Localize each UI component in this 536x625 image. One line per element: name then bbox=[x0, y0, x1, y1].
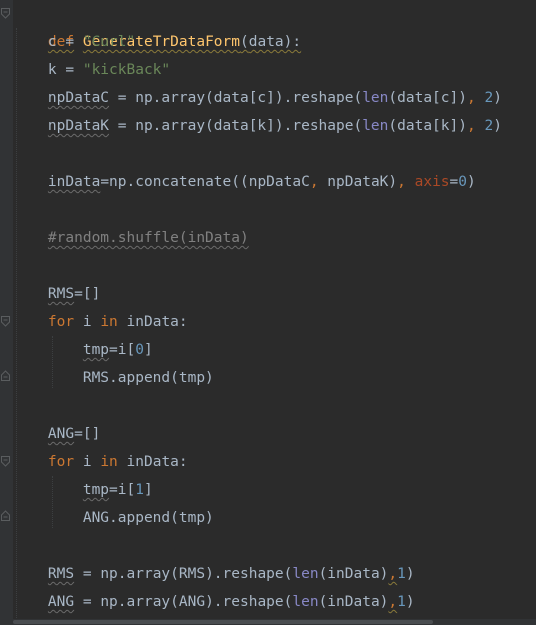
expr: ) bbox=[493, 118, 502, 134]
expr: (data[c]) bbox=[388, 90, 467, 106]
paren-close: ): bbox=[283, 34, 302, 50]
code-line[interactable]: ANG = np.array(ANG).reshape(len(inData),… bbox=[13, 588, 415, 616]
paren-open: ( bbox=[240, 34, 249, 50]
expr: =[] bbox=[74, 426, 101, 442]
expr: ) bbox=[493, 90, 502, 106]
code-line[interactable]: k = "kickBack" bbox=[13, 56, 170, 84]
expr: ANG.append(tmp) bbox=[82, 510, 214, 526]
gutter bbox=[0, 0, 13, 625]
keyword-for: for bbox=[47, 454, 75, 470]
string-kickback: "kickBack" bbox=[82, 62, 171, 78]
expr: ] bbox=[143, 342, 153, 358]
expr: (inData) bbox=[318, 594, 389, 610]
code-line[interactable]: for i in inData: bbox=[13, 448, 188, 476]
code-line[interactable]: npDataC = np.array(data[c]).reshape(len(… bbox=[13, 84, 502, 112]
expr: =i[ bbox=[109, 342, 136, 358]
variable-tmp: tmp bbox=[82, 342, 110, 358]
assign-k: k = bbox=[47, 62, 83, 78]
code-line[interactable]: RMS=[] bbox=[13, 280, 100, 308]
code-line[interactable]: #random.shuffle(inData) bbox=[13, 224, 249, 252]
code-line[interactable]: tmp=i[0] bbox=[13, 336, 153, 364]
variable-ang: ANG bbox=[47, 426, 75, 442]
comma: , bbox=[466, 90, 476, 106]
fold-close-icon[interactable] bbox=[1, 510, 10, 521]
code-line[interactable]: c = "Curl" bbox=[13, 28, 135, 56]
expr: = np.array(RMS).reshape( bbox=[74, 566, 293, 582]
equals: = bbox=[449, 174, 459, 190]
comma: , bbox=[466, 118, 476, 134]
fold-close-icon[interactable] bbox=[1, 370, 10, 381]
param-data: data bbox=[248, 34, 284, 50]
number: 0 bbox=[458, 174, 467, 190]
expr: (inData) bbox=[318, 566, 389, 582]
number: 1 bbox=[135, 482, 144, 498]
variable-ang: ANG bbox=[47, 594, 75, 610]
expr: = np.array(ANG).reshape( bbox=[74, 594, 293, 610]
comma: , bbox=[397, 174, 406, 190]
comma: , bbox=[388, 594, 398, 610]
expr: inData: bbox=[117, 454, 188, 470]
code-line[interactable]: RMS = np.array(RMS).reshape(len(inData),… bbox=[13, 560, 415, 588]
assign-c: c = bbox=[47, 34, 83, 50]
variable-rms: RMS bbox=[47, 566, 75, 582]
expr: (data[k]) bbox=[388, 118, 467, 134]
expr: =np.concatenate((npDataC bbox=[100, 174, 310, 190]
expr: i bbox=[74, 454, 101, 470]
variable-npdatac: npDataC bbox=[47, 90, 110, 106]
comma: , bbox=[309, 174, 319, 190]
fold-open-icon[interactable] bbox=[1, 456, 10, 467]
horizontal-scrollbar[interactable] bbox=[13, 619, 536, 625]
builtin-len: len bbox=[362, 90, 389, 106]
expr: =i[ bbox=[109, 482, 136, 498]
builtin-len: len bbox=[362, 118, 389, 134]
expr: ) bbox=[467, 174, 476, 190]
keyword-in: in bbox=[100, 314, 118, 330]
variable-npdatak: npDataK bbox=[47, 118, 110, 134]
builtin-len: len bbox=[292, 566, 319, 582]
code-line[interactable]: tmp=i[1] bbox=[13, 476, 153, 504]
expr: ] bbox=[143, 482, 153, 498]
code-line[interactable]: for i in inData: bbox=[13, 308, 188, 336]
expr: inData: bbox=[117, 314, 188, 330]
code-line[interactable]: inData=np.concatenate((npDataC, npDataK)… bbox=[13, 168, 476, 196]
number: 1 bbox=[397, 566, 406, 582]
expr: i bbox=[74, 314, 101, 330]
code-line[interactable]: def GenerateTrDataForm(data): bbox=[13, 0, 301, 50]
expr: =[] bbox=[74, 286, 101, 302]
variable-indata: inData bbox=[47, 174, 101, 190]
expr: RMS.append(tmp) bbox=[82, 370, 214, 386]
kwarg-axis: axis bbox=[414, 174, 450, 190]
scrollbar-thumb[interactable] bbox=[13, 620, 433, 624]
fold-open-icon[interactable] bbox=[1, 8, 10, 19]
comma: , bbox=[388, 566, 398, 582]
expr: npDataK) bbox=[318, 174, 398, 190]
code-line[interactable]: ANG.append(tmp) bbox=[13, 504, 214, 532]
code-editor[interactable]: def GenerateTrDataForm(data): c = "Curl"… bbox=[0, 0, 536, 625]
fold-open-icon[interactable] bbox=[1, 316, 10, 327]
keyword-for: for bbox=[47, 314, 75, 330]
variable-rms: RMS bbox=[47, 286, 75, 302]
number: 2 bbox=[484, 118, 494, 134]
keyword-in: in bbox=[100, 454, 118, 470]
number: 2 bbox=[484, 90, 494, 106]
code-line[interactable]: RMS.append(tmp) bbox=[13, 364, 214, 392]
expr: ) bbox=[405, 566, 415, 582]
expr: = np.array(data[c]).reshape( bbox=[109, 90, 363, 106]
code-line[interactable]: ANG=[] bbox=[13, 420, 100, 448]
expr: = np.array(data[k]).reshape( bbox=[109, 118, 363, 134]
variable-tmp: tmp bbox=[82, 482, 110, 498]
expr: ) bbox=[405, 594, 415, 610]
number: 0 bbox=[135, 342, 144, 358]
string-curl: "Curl" bbox=[82, 34, 136, 50]
comment: #random.shuffle(inData) bbox=[47, 230, 249, 246]
builtin-len: len bbox=[292, 594, 319, 610]
number: 1 bbox=[397, 594, 406, 610]
code-line[interactable]: npDataK = np.array(data[k]).reshape(len(… bbox=[13, 112, 502, 140]
